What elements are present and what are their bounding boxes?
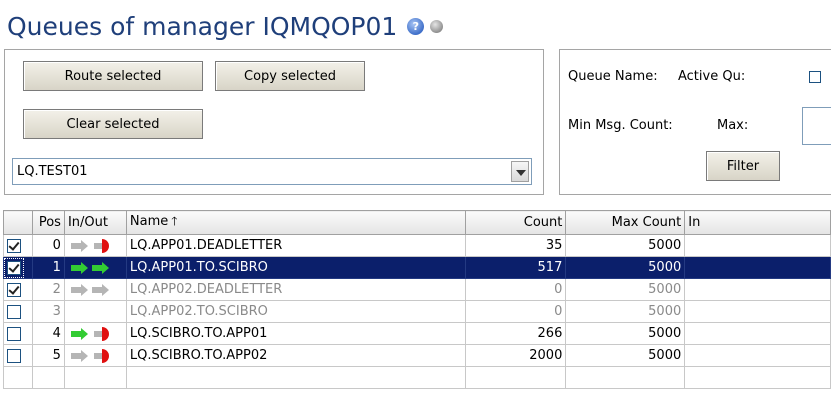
inout-cell: [63, 278, 127, 301]
row-checkbox[interactable]: [4, 257, 24, 278]
count-cell: 517: [464, 256, 567, 279]
max-count-input[interactable]: [802, 107, 831, 145]
max-count-cell: 5000: [565, 256, 686, 279]
flow-arrow-icon: [68, 326, 112, 341]
chevron-down-icon[interactable]: [511, 161, 529, 182]
extra-cell: [684, 278, 831, 301]
row-checkbox-cell[interactable]: [3, 300, 33, 323]
target-queue-value: LQ.TEST01: [17, 164, 88, 179]
table-row[interactable]: 0 LQ.APP01.DEADLETTER 35 5000: [3, 234, 831, 257]
column-header-extra[interactable]: In: [684, 210, 831, 235]
max-count-cell: 5000: [565, 278, 686, 301]
extra-cell: [684, 234, 831, 257]
filter-panel: Queue Name: Active Qu: Min Msg. Count: M…: [559, 49, 831, 195]
row-checkbox-cell[interactable]: [3, 256, 33, 279]
row-checkbox[interactable]: [7, 238, 21, 253]
queue-name-cell: LQ.SCIBRO.TO.APP01: [125, 322, 466, 345]
page-title-text: Queues of manager IQMQOP01: [7, 11, 398, 41]
extra-cell: [684, 344, 831, 367]
inout-cell: [63, 234, 127, 257]
active-queue-label: Active Qu:: [678, 69, 746, 84]
row-checkbox-cell[interactable]: [3, 344, 33, 367]
table-row[interactable]: 3 LQ.APP02.TO.SCIBRO 0 5000: [3, 300, 831, 323]
status-dot-icon: [430, 19, 444, 33]
flow-arrow-icon: [68, 348, 112, 363]
queue-table: Pos In/Out Name 🡑 Count Max Count In 0 LQ…: [3, 210, 831, 409]
queue-name-label: Queue Name:: [568, 69, 658, 84]
flow-arrow-icon: [68, 238, 112, 253]
table-row-empty: [3, 366, 831, 389]
row-checkbox[interactable]: [7, 326, 21, 341]
count-cell: 2000: [464, 344, 567, 367]
column-header-check[interactable]: [3, 210, 33, 235]
column-header-max-count[interactable]: Max Count: [565, 210, 686, 235]
row-checkbox[interactable]: [7, 304, 21, 319]
count-cell: 266: [464, 322, 567, 345]
target-queue-select[interactable]: LQ.TEST01: [12, 158, 532, 185]
queue-name-cell: LQ.SCIBRO.TO.APP02: [125, 344, 466, 367]
table-row[interactable]: 2 LQ.APP02.DEADLETTER 0 5000: [3, 278, 831, 301]
inout-cell: [63, 256, 127, 279]
pos-cell: 2: [31, 278, 65, 301]
count-cell: 0: [464, 278, 567, 301]
clear-selected-button[interactable]: Clear selected: [23, 109, 203, 139]
column-header-name[interactable]: Name 🡑: [125, 210, 466, 235]
extra-cell: [684, 256, 831, 279]
count-cell: 0: [464, 300, 567, 323]
filter-button[interactable]: Filter: [706, 151, 780, 181]
column-header-pos[interactable]: Pos: [31, 210, 65, 235]
flow-arrow-icon: [68, 282, 112, 297]
row-checkbox-cell[interactable]: [3, 322, 33, 345]
route-selected-button[interactable]: Route selected: [23, 61, 203, 91]
max-count-cell: 5000: [565, 234, 686, 257]
max-count-cell: 5000: [565, 344, 686, 367]
active-queue-checkbox[interactable]: [809, 71, 821, 83]
help-icon[interactable]: ?: [407, 17, 425, 35]
column-header-count[interactable]: Count: [464, 210, 567, 235]
table-row[interactable]: 4 LQ.SCIBRO.TO.APP01 266 5000: [3, 322, 831, 345]
actions-panel: Route selected Copy selected Clear selec…: [4, 49, 544, 195]
inout-cell: [63, 322, 127, 345]
row-checkbox-cell[interactable]: [3, 278, 33, 301]
pos-cell: 1: [31, 256, 65, 279]
table-header-row: Pos In/Out Name 🡑 Count Max Count In: [3, 210, 831, 235]
max-count-cell: 5000: [565, 300, 686, 323]
sort-ascending-icon: 🡑: [171, 214, 178, 228]
table-row[interactable]: 1 LQ.APP01.TO.SCIBRO 517 5000: [3, 256, 831, 279]
table-row[interactable]: 5 LQ.SCIBRO.TO.APP02 2000 5000: [3, 344, 831, 367]
max-count-label: Max:: [717, 118, 749, 133]
row-checkbox[interactable]: [7, 282, 21, 297]
inout-cell: [63, 300, 127, 323]
count-cell: 35: [464, 234, 567, 257]
inout-cell: [63, 344, 127, 367]
page-title: Queues of manager IQMQOP01 ?: [7, 8, 444, 44]
row-checkbox[interactable]: [7, 348, 21, 363]
queue-name-cell: LQ.APP01.TO.SCIBRO: [125, 256, 466, 279]
row-checkbox-cell[interactable]: [3, 234, 33, 257]
extra-cell: [684, 300, 831, 323]
pos-cell: 5: [31, 344, 65, 367]
copy-selected-button[interactable]: Copy selected: [215, 61, 365, 91]
pos-cell: 0: [31, 234, 65, 257]
queue-name-cell: LQ.APP02.DEADLETTER: [125, 278, 466, 301]
flow-arrow-icon: [68, 260, 112, 275]
min-count-label: Min Msg. Count:: [568, 118, 673, 133]
queue-name-cell: LQ.APP01.DEADLETTER: [125, 234, 466, 257]
extra-cell: [684, 322, 831, 345]
pos-cell: 3: [31, 300, 65, 323]
column-header-name-label: Name: [129, 214, 169, 229]
queue-name-cell: LQ.APP02.TO.SCIBRO: [125, 300, 466, 323]
max-count-cell: 5000: [565, 322, 686, 345]
pos-cell: 4: [31, 322, 65, 345]
column-header-inout[interactable]: In/Out: [63, 210, 127, 235]
